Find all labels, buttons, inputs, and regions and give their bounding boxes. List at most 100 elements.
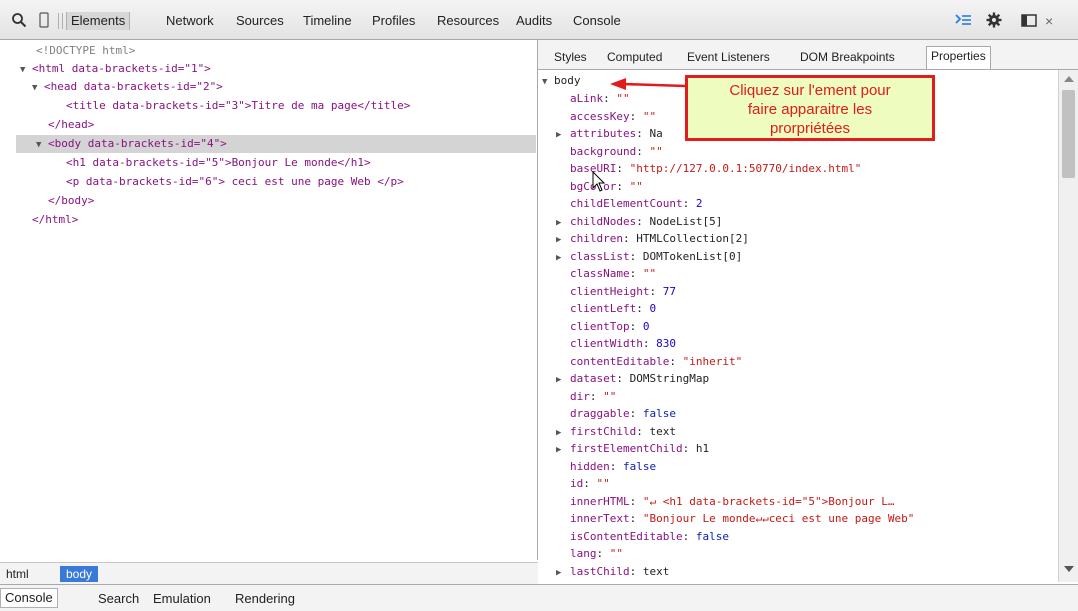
dom-node-head[interactable]: ▼ <head data-brackets-id="2"> bbox=[32, 78, 223, 96]
tab-audits[interactable]: Audits bbox=[516, 12, 552, 30]
dom-node-body-close[interactable]: </body> bbox=[48, 192, 94, 210]
dom-node-title[interactable]: <title data-brackets-id="3">Titre de ma … bbox=[66, 97, 410, 115]
property-row[interactable]: draggable: false bbox=[570, 405, 676, 423]
scroll-thumb[interactable] bbox=[1062, 90, 1075, 178]
property-row[interactable]: baseURI: "http://127.0.0.1:50770/index.h… bbox=[570, 160, 861, 178]
triangle-right-icon[interactable]: ▶ bbox=[556, 371, 570, 389]
drawer-tab-console[interactable]: Console bbox=[0, 588, 58, 608]
property-row[interactable]: innerHTML: "↵ <h1 data-brackets-id="5">B… bbox=[570, 493, 895, 511]
breadcrumb-html[interactable]: html bbox=[0, 566, 35, 582]
dom-node-text: <head data-brackets-id="2"> bbox=[44, 80, 223, 93]
devtools-toolbar: Elements Network Sources Timeline Profil… bbox=[0, 0, 1078, 40]
console-toggle-icon[interactable] bbox=[954, 12, 971, 28]
drawer-tab-search[interactable]: Search bbox=[98, 590, 139, 608]
tab-network[interactable]: Network bbox=[166, 12, 214, 30]
property-value: 2 bbox=[695, 197, 703, 210]
dom-node-head-close[interactable]: </head> bbox=[48, 116, 94, 134]
scrollbar[interactable] bbox=[1058, 70, 1078, 582]
drawer-tab-emulation[interactable]: Emulation bbox=[153, 590, 211, 608]
tab-timeline[interactable]: Timeline bbox=[303, 12, 352, 30]
property-row[interactable]: ▶ children: HTMLCollection[2] bbox=[556, 230, 749, 248]
property-row[interactable]: ▶ classList: DOMTokenList[0] bbox=[556, 248, 743, 266]
property-value: 830 bbox=[656, 337, 676, 350]
triangle-right-icon[interactable]: ▶ bbox=[556, 214, 570, 232]
tab-resources[interactable]: Resources bbox=[437, 12, 499, 30]
dom-node-h1[interactable]: <h1 data-brackets-id="5">Bonjour Le mond… bbox=[66, 154, 371, 172]
property-row[interactable]: ▶ childNodes: NodeList[5] bbox=[556, 213, 722, 231]
property-key: firstElementChild bbox=[570, 442, 683, 455]
property-key: classList bbox=[570, 249, 630, 263]
property-key: children bbox=[570, 232, 623, 245]
dom-node-body-selected[interactable]: ▼ <body data-brackets-id="4"> bbox=[16, 135, 536, 153]
property-row[interactable]: clientHeight: 77 bbox=[570, 283, 676, 301]
tab-profiles[interactable]: Profiles bbox=[372, 12, 415, 30]
property-row[interactable]: lang: "" bbox=[570, 545, 623, 563]
device-mode-icon[interactable] bbox=[36, 12, 52, 28]
property-value: HTMLCollection[2] bbox=[636, 232, 749, 245]
property-key: clientWidth bbox=[570, 337, 643, 350]
property-value: "" bbox=[642, 109, 657, 123]
property-row[interactable]: ▶ firstElementChild: h1 bbox=[556, 440, 709, 458]
property-row[interactable]: ▶ attributes: Na bbox=[556, 125, 663, 143]
close-icon[interactable]: × bbox=[1045, 12, 1053, 30]
dom-node-doctype[interactable]: <!DOCTYPE html> bbox=[36, 42, 135, 60]
property-row[interactable]: className: "" bbox=[570, 265, 656, 283]
triangle-right-icon[interactable]: ▶ bbox=[556, 126, 570, 144]
gear-icon[interactable] bbox=[986, 12, 1002, 28]
triangle-right-icon[interactable]: ▶ bbox=[556, 249, 570, 267]
triangle-right-icon[interactable]: ▶ bbox=[556, 564, 570, 582]
property-row[interactable]: aLink: "" bbox=[570, 90, 630, 108]
dom-node-p[interactable]: <p data-brackets-id="6"> ceci est une pa… bbox=[66, 173, 404, 191]
property-row[interactable]: contentEditable: "inherit" bbox=[570, 353, 742, 371]
property-row[interactable]: accessKey: "" bbox=[570, 108, 656, 126]
triangle-down-icon[interactable]: ▼ bbox=[542, 73, 554, 91]
triangle-down-icon[interactable]: ▼ bbox=[32, 79, 44, 97]
property-row[interactable]: innerText: "Bonjour Le monde↵↵ceci est u… bbox=[570, 510, 914, 528]
property-value: DOMTokenList[0] bbox=[642, 249, 743, 263]
property-row[interactable]: hidden: false bbox=[570, 458, 656, 476]
triangle-down-icon[interactable]: ▼ bbox=[20, 61, 32, 79]
tab-properties[interactable]: Properties bbox=[926, 46, 991, 69]
props-root-body[interactable]: ▼ body bbox=[542, 72, 581, 90]
property-row[interactable]: dir: "" bbox=[570, 388, 616, 406]
callout-line-2: faire apparaitre les bbox=[747, 101, 873, 118]
triangle-right-icon[interactable]: ▶ bbox=[556, 441, 570, 459]
tab-event-listeners[interactable]: Event Listeners bbox=[687, 48, 770, 66]
property-value: "Bonjour Le monde↵↵ceci est une page Web… bbox=[642, 512, 915, 525]
property-key: innerHTML bbox=[570, 494, 630, 508]
property-row[interactable]: ▶ lastChild: text bbox=[556, 563, 670, 581]
property-row[interactable]: clientWidth: 830 bbox=[570, 335, 676, 353]
property-row[interactable]: background: "" bbox=[570, 143, 663, 161]
property-value: "" bbox=[616, 92, 630, 105]
property-row[interactable]: clientTop: 0 bbox=[570, 318, 649, 336]
property-row[interactable]: clientLeft: 0 bbox=[570, 300, 656, 318]
dock-icon[interactable] bbox=[1021, 12, 1037, 28]
property-row[interactable]: id: "" bbox=[570, 475, 610, 493]
scroll-up-icon[interactable] bbox=[1064, 76, 1074, 82]
tab-styles[interactable]: Styles bbox=[554, 48, 587, 66]
property-value: 0 bbox=[642, 319, 650, 333]
triangle-right-icon[interactable]: ▶ bbox=[556, 424, 570, 442]
dom-node-text: <html data-brackets-id="1"> bbox=[32, 62, 211, 75]
scroll-down-icon[interactable] bbox=[1064, 566, 1074, 572]
drawer-tab-rendering[interactable]: Rendering bbox=[235, 590, 295, 608]
property-value: text bbox=[642, 564, 670, 578]
tab-computed[interactable]: Computed bbox=[607, 48, 662, 66]
dom-node-text: <body data-brackets-id="4"> bbox=[48, 137, 227, 150]
tab-sources[interactable]: Sources bbox=[236, 12, 284, 30]
tab-console[interactable]: Console bbox=[573, 12, 621, 30]
property-row[interactable]: isContentEditable: false bbox=[570, 528, 729, 546]
property-row[interactable]: ▶ firstChild: text bbox=[556, 423, 676, 441]
triangle-right-icon[interactable]: ▶ bbox=[556, 231, 570, 249]
breadcrumb-body[interactable]: body bbox=[60, 566, 99, 582]
tab-dom-breakpoints[interactable]: DOM Breakpoints bbox=[800, 48, 895, 66]
property-row[interactable]: childElementCount: 2 bbox=[570, 195, 702, 213]
triangle-down-icon[interactable]: ▼ bbox=[36, 136, 48, 154]
tab-elements[interactable]: Elements bbox=[66, 12, 131, 30]
property-row[interactable]: ▶ dataset: DOMStringMap bbox=[556, 370, 709, 388]
dom-node-html[interactable]: ▼ <html data-brackets-id="1"> bbox=[20, 60, 211, 78]
dom-node-html-close[interactable]: </html> bbox=[32, 211, 78, 229]
property-key: className bbox=[570, 267, 630, 280]
breadcrumb: html body bbox=[0, 562, 538, 584]
search-icon[interactable] bbox=[11, 12, 27, 28]
